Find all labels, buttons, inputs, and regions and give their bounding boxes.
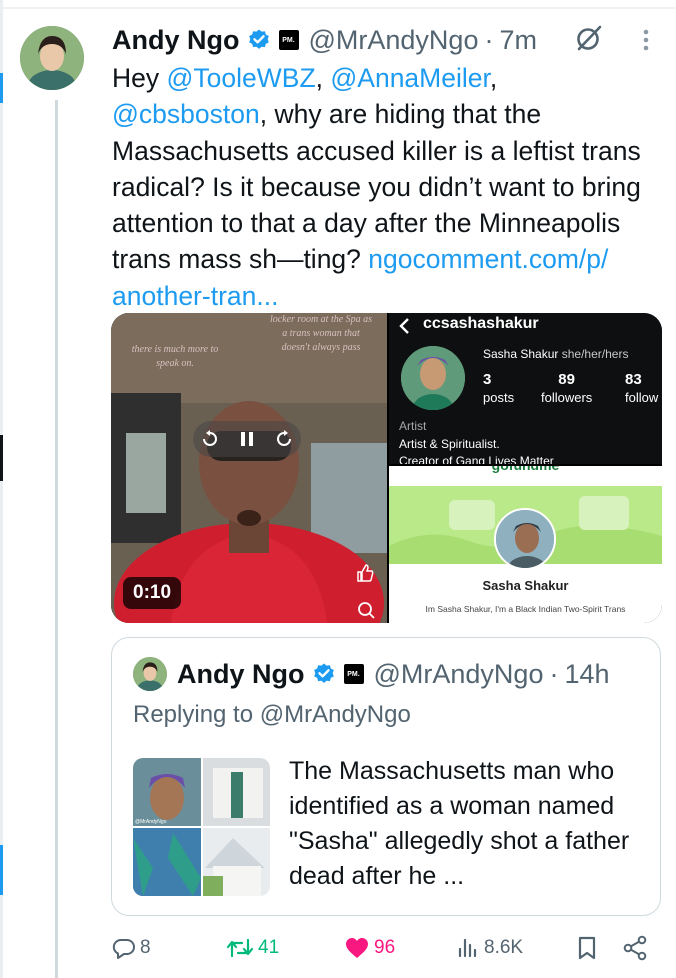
author-handle[interactable]: @MrAndyNgo bbox=[309, 25, 479, 56]
quote-replying-to: Replying to @MrAndyNgo bbox=[133, 701, 411, 728]
ig-followers-count: 89 bbox=[558, 371, 575, 388]
views-button[interactable]: 8.6K bbox=[456, 928, 523, 968]
ig-posts-count: 3 bbox=[483, 371, 492, 388]
thumb-watermark: @MrAndyNgo bbox=[135, 819, 167, 825]
grok-icon[interactable] bbox=[573, 22, 605, 54]
rewind-icon[interactable] bbox=[201, 430, 219, 448]
top-divider bbox=[0, 7, 676, 9]
ig-followers-label: followers bbox=[541, 390, 593, 405]
quote-media-thumbnail[interactable]: @MrAndyNgo bbox=[133, 758, 270, 896]
views-count: 8.6K bbox=[484, 937, 524, 958]
video-player[interactable]: there is much more to speak on. locker r… bbox=[111, 313, 387, 623]
mention-toolewbz[interactable]: @TooleWBZ bbox=[167, 63, 316, 93]
tweet-text: Hey @TooleWBZ, @AnnaMeiler, @cbsboston, … bbox=[112, 60, 667, 314]
author-name[interactable]: Andy Ngo bbox=[112, 25, 240, 56]
quote-text: The Massachusetts man who identified as … bbox=[289, 757, 630, 890]
bookmark-button[interactable] bbox=[576, 928, 598, 968]
ig-display-name-text: Sasha Shakur bbox=[483, 347, 559, 361]
ig-stat-following: 83 follow bbox=[625, 371, 658, 407]
ig-stat-followers: 89 followers bbox=[541, 371, 592, 407]
action-bar: 8 41 96 8.6K bbox=[112, 928, 652, 968]
gfm-avatar bbox=[494, 508, 556, 570]
like-count: 96 bbox=[374, 937, 396, 958]
ig-category: Artist bbox=[399, 419, 427, 433]
reply-count: 8 bbox=[140, 937, 151, 958]
ig-display-name: Sasha Shakur she/her/hers bbox=[483, 347, 628, 361]
back-icon bbox=[399, 318, 409, 334]
search-icon bbox=[358, 602, 375, 619]
quote-separator: · bbox=[549, 658, 559, 689]
thread-line bbox=[55, 100, 58, 978]
pause-icon[interactable] bbox=[237, 429, 257, 449]
media-grid: there is much more to speak on. locker r… bbox=[111, 313, 662, 623]
ig-avatar bbox=[401, 346, 465, 410]
ig-bio-line1: Artist & Spiritualist. bbox=[399, 437, 500, 451]
mention-cbsboston[interactable]: @cbsboston bbox=[112, 99, 260, 129]
analytics-icon bbox=[458, 938, 477, 958]
affiliation-badge: PM. bbox=[278, 30, 299, 50]
like-button[interactable]: 96 bbox=[344, 928, 395, 968]
video-duration: 0:10 bbox=[123, 577, 182, 609]
heart-icon bbox=[346, 938, 368, 958]
ig-pronouns: she/her/hers bbox=[561, 347, 629, 361]
left-edge-marker bbox=[0, 73, 3, 103]
verified-badge-icon bbox=[248, 29, 269, 49]
affiliation-badge: PM. bbox=[343, 664, 364, 684]
left-edge-marker bbox=[0, 435, 3, 481]
reply-icon bbox=[112, 938, 135, 959]
ig-bio-line2: Creator of Gang Lives Matter bbox=[399, 454, 554, 464]
gfm-bio: Im Sasha Shakur, I'm a Black Indian Two-… bbox=[425, 604, 626, 614]
thumbs-up-icon bbox=[357, 564, 374, 582]
gofundme-screenshot[interactable]: gofundme Sasha Shakur Im Sasha Shakur, I… bbox=[389, 466, 662, 623]
ig-following-label: follow bbox=[625, 390, 659, 405]
left-edge-marker bbox=[0, 845, 3, 895]
more-options-icon[interactable] bbox=[640, 27, 652, 53]
verified-badge-icon bbox=[313, 663, 334, 683]
repost-count: 41 bbox=[258, 937, 280, 958]
share-button[interactable] bbox=[622, 928, 648, 968]
header-separator: · bbox=[484, 24, 494, 55]
tweet-text-intro: Hey bbox=[112, 63, 167, 93]
quoted-tweet[interactable]: Andy Ngo PM. @MrAndyNgo · 14h Replying t… bbox=[111, 637, 661, 916]
quote-author-name[interactable]: Andy Ngo bbox=[177, 659, 305, 690]
quote-header: Andy Ngo PM. @MrAndyNgo · 14h bbox=[177, 656, 610, 692]
video-controls[interactable] bbox=[193, 421, 301, 457]
gfm-header: gofundme bbox=[389, 466, 662, 473]
video-overlay-text-right: locker room at the Spa as a trans woman … bbox=[269, 314, 373, 353]
quote-author-handle[interactable]: @MrAndyNgo bbox=[374, 659, 544, 690]
ig-posts-label: posts bbox=[483, 390, 515, 405]
mention-annameiler[interactable]: @AnnaMeiler bbox=[330, 63, 489, 93]
share-icon bbox=[623, 935, 647, 961]
mention-separator: , bbox=[489, 63, 498, 93]
repost-icon bbox=[226, 938, 254, 958]
ig-following-count: 83 bbox=[625, 371, 642, 388]
gfm-name: Sasha Shakur bbox=[482, 578, 569, 593]
ig-stat-posts: 3 posts bbox=[483, 371, 514, 407]
video-overlay-text-left: there is much more to speak on. bbox=[131, 344, 219, 369]
quote-author-avatar[interactable] bbox=[133, 657, 167, 691]
ig-username: ccsashashakur bbox=[423, 315, 539, 332]
tweet-time[interactable]: 7m bbox=[499, 25, 537, 56]
author-avatar[interactable] bbox=[20, 26, 84, 90]
mention-separator: , bbox=[315, 63, 331, 93]
bookmark-icon bbox=[578, 936, 596, 960]
left-edge bbox=[0, 0, 3, 978]
repost-button[interactable]: 41 bbox=[226, 928, 279, 968]
forward-icon[interactable] bbox=[275, 430, 293, 448]
quote-time[interactable]: 14h bbox=[564, 659, 609, 690]
instagram-screenshot[interactable]: ccsashashakur Sasha Shakur she/her/hers … bbox=[389, 313, 662, 464]
reply-button[interactable]: 8 bbox=[112, 928, 151, 968]
